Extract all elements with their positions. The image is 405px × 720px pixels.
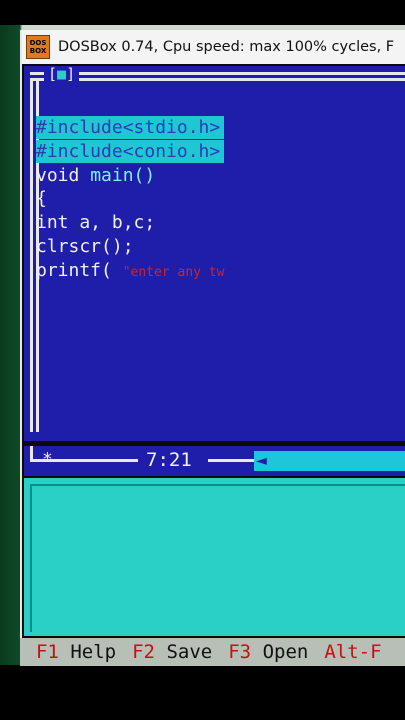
f1-help[interactable]: F1 Help (36, 641, 116, 663)
cursor-position: 7:21 (146, 449, 192, 471)
f1-key: F1 (36, 641, 59, 663)
icon-label-top: DOS (29, 39, 47, 47)
code-line-4[interactable]: { (36, 187, 47, 210)
horizontal-scrollbar[interactable] (254, 451, 405, 471)
f1-label: Help (70, 641, 117, 663)
code-line-1[interactable]: #include<stdio.h> (36, 116, 225, 139)
scroll-left-arrow-icon[interactable]: ◄ (256, 450, 267, 471)
status-border-left (30, 446, 33, 460)
code-line-5[interactable]: int a, b,c; (36, 211, 155, 234)
window-title: DOSBox 0.74, Cpu speed: max 100% cycles,… (58, 39, 395, 55)
message-pane-border (30, 484, 405, 632)
editor-border-left (30, 72, 33, 432)
dosbox-icon: DOS BOX (26, 35, 50, 59)
code-function-name: main() (90, 165, 156, 186)
close-box[interactable]: [■] (44, 65, 80, 83)
code-line-6[interactable]: clrscr(); (36, 235, 134, 258)
title-bar[interactable]: DOS BOX DOSBox 0.74, Cpu speed: max 100%… (22, 30, 405, 64)
close-box-left: [ (48, 65, 58, 83)
modified-indicator: * (42, 449, 53, 470)
icon-label-bottom: BOX (29, 47, 47, 55)
close-icon: ■ (57, 65, 67, 83)
alt-f-key: Alt-F (324, 641, 382, 663)
message-pane[interactable] (24, 478, 405, 636)
alt-f-key-item[interactable]: Alt-F (324, 641, 381, 663)
status-rule-right (208, 459, 254, 462)
f3-label: Open (262, 641, 309, 663)
function-key-bar: F1 Help F2 Save F3 Open Alt-F (20, 638, 405, 666)
f2-key: F2 (132, 641, 155, 663)
f3-open[interactable]: F3 Open (228, 641, 308, 663)
editor-border-top (30, 72, 405, 75)
code-line-3[interactable]: void main() (36, 164, 155, 187)
f3-key: F3 (228, 641, 252, 663)
code-string-literal: "enter any tw (122, 265, 225, 280)
f2-label: Save (166, 641, 213, 663)
close-box-right: ] (66, 65, 76, 83)
f2-save[interactable]: F2 Save (132, 641, 212, 663)
code-keyword: void (36, 165, 91, 186)
code-line-7[interactable]: printf( "enter any tw (36, 259, 224, 282)
code-editor[interactable]: [■] #include<stdio.h> #include<conio.h> … (24, 66, 405, 441)
code-line-2[interactable]: #include<conio.h> (36, 140, 225, 163)
code-printf: printf( (36, 260, 112, 281)
editor-status-row: * 7:21 ◄ (24, 446, 405, 476)
